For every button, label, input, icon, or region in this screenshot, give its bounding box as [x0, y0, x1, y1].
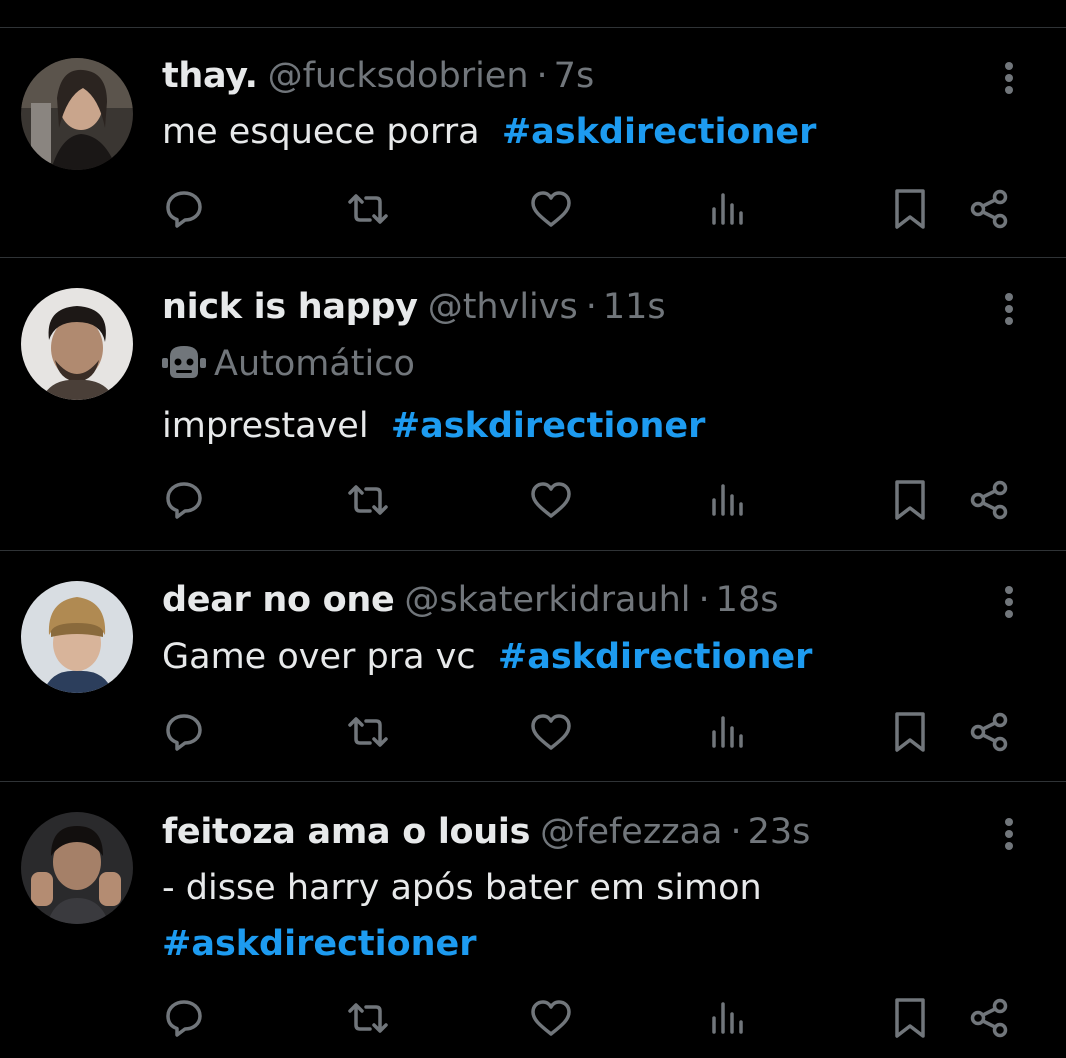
tweet-header: feitoza ama o louis @fefezzaa · 23s: [162, 808, 810, 856]
timestamp[interactable]: 7s: [554, 56, 595, 96]
avatar[interactable]: [21, 581, 133, 693]
avatar[interactable]: [21, 58, 133, 170]
automated-text: Automático: [214, 344, 415, 384]
avatar[interactable]: [21, 288, 133, 400]
tweet-text: me esquece porra #askdirectioner: [162, 104, 1022, 160]
retweet-icon[interactable]: [344, 185, 392, 233]
tweet-header: dear no one @skaterkidrauhl · 18s: [162, 576, 778, 624]
like-icon[interactable]: [527, 476, 575, 524]
views-icon[interactable]: [704, 185, 752, 233]
handle[interactable]: @thvlivs: [428, 287, 578, 327]
display-name[interactable]: thay.: [162, 56, 258, 96]
timestamp[interactable]: 18s: [716, 580, 779, 620]
more-icon[interactable]: [994, 54, 1024, 102]
tweet-text-content: - disse harry após bater em simon: [162, 868, 762, 908]
more-icon[interactable]: [994, 285, 1024, 333]
more-icon[interactable]: [994, 578, 1024, 626]
tweet-text-content: Game over pra vc: [162, 637, 498, 677]
tweet-text: Game over pra vc #askdirectioner: [162, 629, 1022, 685]
separator-dot: ·: [698, 580, 710, 620]
like-icon[interactable]: [527, 994, 575, 1042]
avatar[interactable]: [21, 812, 133, 924]
share-icon[interactable]: [966, 994, 1014, 1042]
separator-dot: ·: [730, 812, 742, 852]
action-bar: [0, 994, 1066, 1044]
handle[interactable]: @fucksdobrien: [268, 56, 529, 96]
tweet-text-content: imprestavel: [162, 406, 391, 446]
more-icon[interactable]: [994, 810, 1024, 858]
share-icon[interactable]: [966, 185, 1014, 233]
tweet-text: - disse harry após bater em simon #askdi…: [162, 860, 1022, 972]
action-bar: [0, 708, 1066, 758]
separator-dot: ·: [536, 56, 548, 96]
views-icon[interactable]: [704, 476, 752, 524]
handle[interactable]: @fefezzaa: [540, 812, 722, 852]
like-icon[interactable]: [527, 185, 575, 233]
tweet-header: nick is happy @thvlivs · 11s: [162, 283, 666, 331]
timestamp[interactable]: 23s: [748, 812, 811, 852]
display-name[interactable]: dear no one: [162, 580, 395, 620]
action-bar: [0, 185, 1066, 235]
reply-icon[interactable]: [160, 185, 208, 233]
display-name[interactable]: nick is happy: [162, 287, 418, 327]
timeline: thay. @fucksdobrien · 7s me esquece porra #…: [0, 0, 1066, 1058]
hashtag-link[interactable]: #askdirectioner: [391, 406, 706, 446]
bookmark-icon[interactable]: [886, 476, 934, 524]
views-icon[interactable]: [704, 994, 752, 1042]
reply-icon[interactable]: [160, 994, 208, 1042]
separator-dot: ·: [585, 287, 597, 327]
tweet[interactable]: nick is happy @thvlivs · 11s Automático imp…: [0, 258, 1066, 551]
tweet-header: thay. @fucksdobrien · 7s: [162, 52, 594, 100]
tweet[interactable]: feitoza ama o louis @fefezzaa · 23s - disse…: [0, 782, 1066, 1058]
retweet-icon[interactable]: [344, 994, 392, 1042]
views-icon[interactable]: [704, 708, 752, 756]
hashtag-link[interactable]: #askdirectioner: [502, 112, 817, 152]
share-icon[interactable]: [966, 476, 1014, 524]
tweet-text-content: me esquece porra: [162, 112, 502, 152]
tweet[interactable]: dear no one @skaterkidrauhl · 18s Game over…: [0, 551, 1066, 782]
tweet-text: imprestavel #askdirectioner: [162, 398, 1022, 454]
timestamp[interactable]: 11s: [603, 287, 666, 327]
automated-label[interactable]: Automático: [162, 340, 415, 388]
share-icon[interactable]: [966, 708, 1014, 756]
tweet[interactable]: thay. @fucksdobrien · 7s me esquece porra #…: [0, 28, 1066, 258]
reply-icon[interactable]: [160, 708, 208, 756]
bookmark-icon[interactable]: [886, 708, 934, 756]
bookmark-icon[interactable]: [886, 185, 934, 233]
like-icon[interactable]: [527, 708, 575, 756]
display-name[interactable]: feitoza ama o louis: [162, 812, 530, 852]
reply-icon[interactable]: [160, 476, 208, 524]
hashtag-link[interactable]: #askdirectioner: [498, 637, 813, 677]
handle[interactable]: @skaterkidrauhl: [404, 580, 690, 620]
bot-icon: [162, 342, 206, 382]
retweet-icon[interactable]: [344, 708, 392, 756]
hashtag-link[interactable]: #askdirectioner: [162, 924, 477, 964]
action-bar: [0, 476, 1066, 526]
bookmark-icon[interactable]: [886, 994, 934, 1042]
retweet-icon[interactable]: [344, 476, 392, 524]
